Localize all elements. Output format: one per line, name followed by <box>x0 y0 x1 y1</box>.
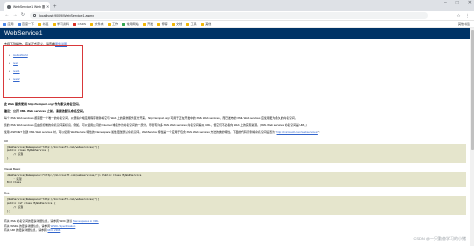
note-text: 有关 URI 的更多详细信息，请参阅 <box>4 227 48 232</box>
bookmark-item[interactable]: 学习资料 <box>52 22 70 26</box>
bookmark-item[interactable]: 文档 <box>171 22 183 26</box>
operation-link-helloworld[interactable]: HelloWorld <box>9 51 82 59</box>
namespace-paragraph-2: 您的 XML Web services 应由您控制的命名空间来标识。例如，可以使… <box>4 123 307 128</box>
operation-link-test[interactable]: test <box>9 59 82 67</box>
operations-highlight-box: HelloWorld test test1 test2 <box>3 45 83 98</box>
bookmark-label: 常用网站 <box>126 22 139 26</box>
menu-icon[interactable]: ⋮ <box>466 13 471 19</box>
bookmark-label: 文档 <box>176 22 183 26</box>
bookmark-label: 百度一下 <box>22 22 35 26</box>
bookmark-item[interactable]: 常用网站 <box>122 22 139 26</box>
bookmark-label: 博客 <box>161 22 168 26</box>
cpp-label: C++ <box>4 191 10 196</box>
bookmark-item[interactable]: 工具 <box>186 22 197 26</box>
bookmark-label: 其他 <box>205 22 212 26</box>
tab-webservice[interactable]: WebService1 Web 服务 ✕ <box>4 2 50 11</box>
bookmark-item[interactable]: 工作 <box>107 22 119 26</box>
forward-button[interactable]: → <box>11 13 19 18</box>
bookmark-label: 应用 <box>7 22 14 26</box>
bookmark-label: 工具 <box>190 22 197 26</box>
globe-icon <box>7 4 11 9</box>
namespace-paragraph-3: 使用 ASP.NET 创建 XML Web services 时，可以使用 We… <box>4 130 468 134</box>
minimize-button[interactable]: – <box>444 1 447 6</box>
namespace-example-link[interactable]: http://microsoft.com/webservices/ <box>277 130 318 134</box>
address-bar[interactable]: localhost:9009/WebService1.asmx <box>30 12 428 19</box>
bookmark-label: 学习资料 <box>57 22 70 26</box>
service-title: WebService1 <box>0 28 474 39</box>
bookmarks-bar: 应用 百度一下 书签 学习资料 CSDN 文件夹 工作 常用网站 开发 博客 文档 工具 其他 其他书签 <box>0 21 474 28</box>
namespace-warning: 此 Web 服务使用 http://tempuri.org/ 作为默认命名空间。 <box>4 102 82 106</box>
toolbar-actions: ☆ ⋮ <box>456 13 474 19</box>
bookmark-folder-icon <box>171 22 175 26</box>
bookmark-item[interactable]: 百度一下 <box>17 22 35 26</box>
operation-link-test2[interactable]: test2 <box>9 75 82 83</box>
scrollbar-thumb[interactable] <box>470 30 474 150</box>
bookmark-folder-icon <box>38 22 42 26</box>
bookmark-folder-icon <box>142 22 146 26</box>
bookmark-folder-icon <box>122 22 126 26</box>
bookmark-folder-icon <box>157 22 161 26</box>
operations-list: HelloWorld test test1 test2 <box>4 46 82 83</box>
bookmark-folder-icon <box>3 22 6 26</box>
bookmark-folder-icon <box>200 22 204 26</box>
xml-namespaces-link[interactable]: Namespaces in XML <box>73 219 99 223</box>
bookmark-folder-icon <box>107 22 111 26</box>
rfc-link[interactable]: RFC 2396 <box>48 228 61 232</box>
bookmark-item[interactable]: 应用 <box>3 22 14 26</box>
bookmark-item[interactable]: 开发 <box>142 22 154 26</box>
window-controls: – □ ✕ <box>444 1 472 6</box>
bookmark-item[interactable]: 博客 <box>157 22 168 26</box>
vertical-scrollbar[interactable] <box>470 28 474 246</box>
namespace-paragraph-1: 每个 XML Web services 都需要一个唯一的命名空间，以便客户端应用… <box>4 116 298 120</box>
uri-note: 有关 URI 的更多详细信息，请参阅 RFC 2396 <box>4 228 468 232</box>
namespace-info: 此 Web 服务使用 http://tempuri.org/ 作为默认命名空间。… <box>4 102 468 232</box>
bookmark-item[interactable]: CSDN <box>73 22 86 26</box>
maximize-button[interactable]: □ <box>456 1 459 6</box>
bookmark-item[interactable]: 书签 <box>38 22 49 26</box>
tab-close-icon[interactable]: ✕ <box>46 4 49 9</box>
other-bookmarks[interactable]: 其他书签 <box>458 22 470 26</box>
bookmark-label: 书签 <box>42 22 49 26</box>
code-sample-cpp: [WebService(Namespace="http://microsoft.… <box>4 196 466 216</box>
bookmark-folder-icon <box>90 22 94 26</box>
new-tab-button[interactable]: + <box>53 4 57 10</box>
watermark-text: CSDN @一只勤奋学习的小猪 <box>413 236 466 241</box>
tab-strip: WebService1 Web 服务 ✕ + – □ ✕ <box>0 0 474 11</box>
bookmark-label: 工作 <box>112 22 119 26</box>
bookmark-star-icon[interactable]: ☆ <box>456 13 460 19</box>
bookmark-label: 文件夹 <box>94 22 104 26</box>
code-sample-csharp: [WebService(Namespace="http://microsoft.… <box>4 143 466 163</box>
bookmark-folder-icon <box>17 22 21 26</box>
address-url: localhost:9009/WebService1.asmx <box>39 13 95 18</box>
bookmark-folder-icon <box>52 22 56 26</box>
csharp-label: C# <box>4 138 8 143</box>
back-button[interactable]: ← <box>3 13 11 18</box>
namespace-recommendation: 建议：公开 XML Web services 之前，请更改默认命名空间。 <box>4 109 86 113</box>
bookmark-item[interactable]: 其他 <box>200 22 212 26</box>
operation-link-test1[interactable]: test1 <box>9 67 82 75</box>
tab-title: WebService1 Web 服务 <box>13 5 45 9</box>
bookmark-label: CSDN <box>77 22 87 26</box>
bookmark-label: 开发 <box>147 22 154 26</box>
site-info-icon[interactable] <box>33 14 36 17</box>
vb-label: Visual Basic <box>4 166 21 171</box>
bookmark-item[interactable]: 文件夹 <box>90 22 104 26</box>
reload-button[interactable]: ↻ <box>19 13 27 18</box>
bookmark-folder-icon <box>73 22 77 26</box>
bookmark-folder-icon <box>186 22 190 26</box>
code-sample-vb: <WebService(Namespace:="http://microsoft… <box>4 171 466 188</box>
browser-toolbar: ← → ↻ localhost:9009/WebService1.asmx ☆ … <box>0 11 474 21</box>
paragraph-3-text: 使用 ASP.NET 创建 XML Web services 时，可以使用 We… <box>4 130 277 135</box>
browser-window: WebService1 Web 服务 ✕ + – □ ✕ ← → ↻ local… <box>0 0 474 246</box>
paragraph-3-suffix: ”: <box>317 130 320 135</box>
page-content: WebService1 支持下列操作。有关正式定义，请查看服务说明 HelloW… <box>0 28 474 246</box>
close-window-button[interactable]: ✕ <box>468 1 472 6</box>
